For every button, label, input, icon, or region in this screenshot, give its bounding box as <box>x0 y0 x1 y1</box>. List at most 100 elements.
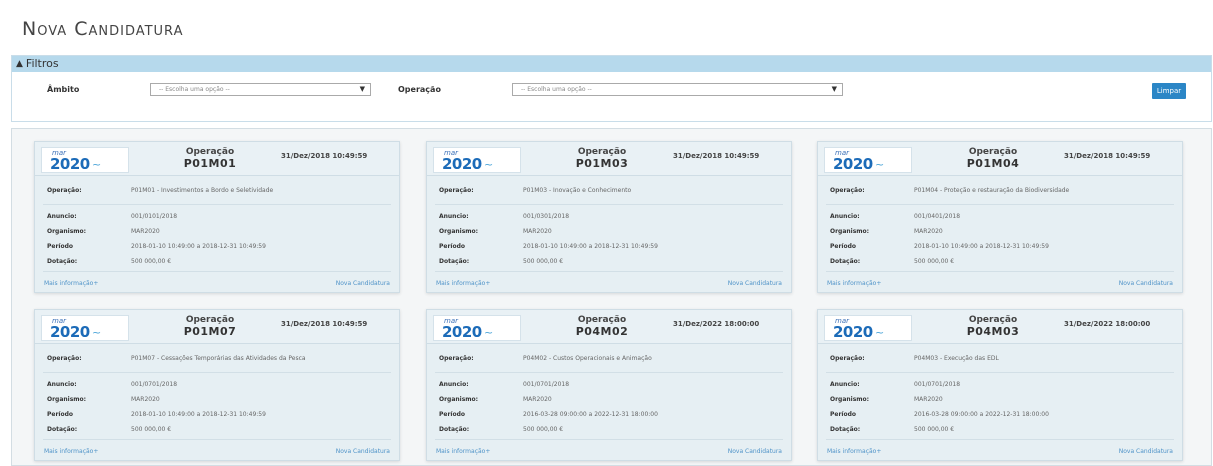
new-application-link[interactable]: Nova Candidatura <box>336 448 390 455</box>
clear-button[interactable]: Limpar <box>1152 83 1186 99</box>
card-deadline: 31/Dez/2018 10:49:59 <box>281 152 368 160</box>
organismo-value: MAR2020 <box>131 396 160 403</box>
mar2020-logo: mar 2020 ~ <box>824 147 912 173</box>
wave-icon: ~ <box>92 158 102 171</box>
operacao-label: Operação: <box>439 187 474 194</box>
card-divider <box>826 372 1174 373</box>
operacao-select[interactable]: -- Escolha uma opção -- ▼ <box>512 83 843 96</box>
card-deadline: 31/Dez/2022 18:00:00 <box>1064 320 1151 328</box>
anuncio-label: Anuncio: <box>47 381 77 388</box>
operation-card: mar 2020 ~ Operação P01M01 31/Dez/2018 1… <box>34 141 400 293</box>
more-info-link[interactable]: Mais informação+ <box>436 448 490 455</box>
card-divider <box>435 204 783 205</box>
card-operation-title: Operação <box>577 315 627 325</box>
dotacao-label: Dotação: <box>439 426 470 433</box>
card-operation-title: Operação <box>185 147 235 157</box>
anuncio-value: 001/0701/2018 <box>914 381 961 388</box>
card-divider <box>435 372 783 373</box>
dotacao-label: Dotação: <box>830 258 861 265</box>
organismo-value: MAR2020 <box>523 228 552 235</box>
filters-toggle[interactable]: ▲ Filtros <box>12 56 1211 72</box>
ambito-select[interactable]: -- Escolha uma opção -- ▼ <box>150 83 371 96</box>
card-header: mar 2020 ~ Operação P04M02 31/Dez/2022 1… <box>427 310 791 344</box>
periodo-value: 2018-01-10 10:49:00 a 2018-12-31 10:49:5… <box>131 411 266 418</box>
dotacao-label: Dotação: <box>47 258 78 265</box>
more-info-link[interactable]: Mais informação+ <box>44 280 98 287</box>
organismo-label: Organismo: <box>830 228 870 235</box>
card-deadline: 31/Dez/2018 10:49:59 <box>281 320 368 328</box>
periodo-label: Período <box>439 411 466 418</box>
logo-year-text: 2020 <box>50 323 90 341</box>
periodo-value: 2018-01-10 10:49:00 a 2018-12-31 10:49:5… <box>523 243 658 250</box>
anuncio-value: 001/0401/2018 <box>914 213 961 220</box>
periodo-label: Período <box>439 243 466 250</box>
anuncio-label: Anuncio: <box>47 213 77 220</box>
chevron-up-icon: ▲ <box>16 59 23 69</box>
logo-year-text: 2020 <box>50 155 90 173</box>
dotacao-value: 500 000,00 € <box>914 426 955 433</box>
periodo-value: 2018-01-10 10:49:00 a 2018-12-31 10:49:5… <box>131 243 266 250</box>
organismo-label: Organismo: <box>47 396 87 403</box>
logo-year-text: 2020 <box>442 323 482 341</box>
mar2020-logo: mar 2020 ~ <box>824 315 912 341</box>
dotacao-value: 500 000,00 € <box>523 426 564 433</box>
organismo-value: MAR2020 <box>914 396 943 403</box>
dotacao-label: Dotação: <box>830 426 861 433</box>
card-deadline: 31/Dez/2018 10:49:59 <box>673 152 760 160</box>
card-operation-code: P01M04 <box>966 157 1020 170</box>
operacao-value: P01M03 - Inovação e Conhecimento <box>523 187 632 194</box>
anuncio-label: Anuncio: <box>830 381 860 388</box>
card-divider <box>43 372 391 373</box>
card-operation-code: P04M02 <box>575 325 629 338</box>
card-divider <box>43 271 391 272</box>
more-info-link[interactable]: Mais informação+ <box>827 280 881 287</box>
organismo-label: Organismo: <box>439 228 479 235</box>
operacao-label: Operação: <box>439 355 474 362</box>
more-info-link[interactable]: Mais informação+ <box>827 448 881 455</box>
dotacao-label: Dotação: <box>439 258 470 265</box>
operation-card: mar 2020 ~ Operação P01M03 31/Dez/2018 1… <box>426 141 792 293</box>
anuncio-label: Anuncio: <box>830 213 860 220</box>
wave-icon: ~ <box>875 326 885 339</box>
periodo-value: 2018-01-10 10:49:00 a 2018-12-31 10:49:5… <box>914 243 1049 250</box>
wave-icon: ~ <box>875 158 885 171</box>
chevron-down-icon: ▼ <box>359 85 365 93</box>
card-header: mar 2020 ~ Operação P01M03 31/Dez/2018 1… <box>427 142 791 176</box>
new-application-link[interactable]: Nova Candidatura <box>728 448 782 455</box>
card-divider <box>435 271 783 272</box>
new-application-link[interactable]: Nova Candidatura <box>728 280 782 287</box>
periodo-value: 2016-03-28 09:00:00 a 2022-12-31 18:00:0… <box>914 411 1049 418</box>
new-application-link[interactable]: Nova Candidatura <box>1119 280 1173 287</box>
ambito-select-value: -- Escolha uma opção -- <box>159 86 230 93</box>
card-operation-title: Operação <box>968 147 1018 157</box>
card-deadline: 31/Dez/2018 10:49:59 <box>1064 152 1151 160</box>
new-application-link[interactable]: Nova Candidatura <box>1119 448 1173 455</box>
logo-year-text: 2020 <box>833 155 873 173</box>
anuncio-value: 001/0301/2018 <box>523 213 570 220</box>
dotacao-value: 500 000,00 € <box>523 258 564 265</box>
wave-icon: ~ <box>484 158 494 171</box>
operacao-label: Operação: <box>830 187 865 194</box>
organismo-label: Organismo: <box>439 396 479 403</box>
operacao-value: P01M04 - Proteção e restauração da Biodi… <box>914 187 1070 194</box>
wave-icon: ~ <box>92 326 102 339</box>
mar2020-logo: mar 2020 ~ <box>433 315 521 341</box>
operation-card: mar 2020 ~ Operação P04M03 31/Dez/2022 1… <box>817 309 1183 461</box>
periodo-label: Período <box>47 243 74 250</box>
organismo-value: MAR2020 <box>131 228 160 235</box>
card-operation-code: P04M03 <box>966 325 1020 338</box>
new-application-link[interactable]: Nova Candidatura <box>336 280 390 287</box>
card-operation-code: P01M03 <box>575 157 629 170</box>
dotacao-value: 500 000,00 € <box>131 258 172 265</box>
card-deadline: 31/Dez/2022 18:00:00 <box>673 320 760 328</box>
logo-year-text: 2020 <box>442 155 482 173</box>
anuncio-label: Anuncio: <box>439 381 469 388</box>
more-info-link[interactable]: Mais informação+ <box>44 448 98 455</box>
card-divider <box>43 204 391 205</box>
operacao-label: Operação: <box>47 187 82 194</box>
card-operation-code: P01M07 <box>183 325 237 338</box>
more-info-link[interactable]: Mais informação+ <box>436 280 490 287</box>
operacao-select-value: -- Escolha uma opção -- <box>521 86 592 93</box>
operation-card: mar 2020 ~ Operação P04M02 31/Dez/2022 1… <box>426 309 792 461</box>
card-divider <box>826 439 1174 440</box>
